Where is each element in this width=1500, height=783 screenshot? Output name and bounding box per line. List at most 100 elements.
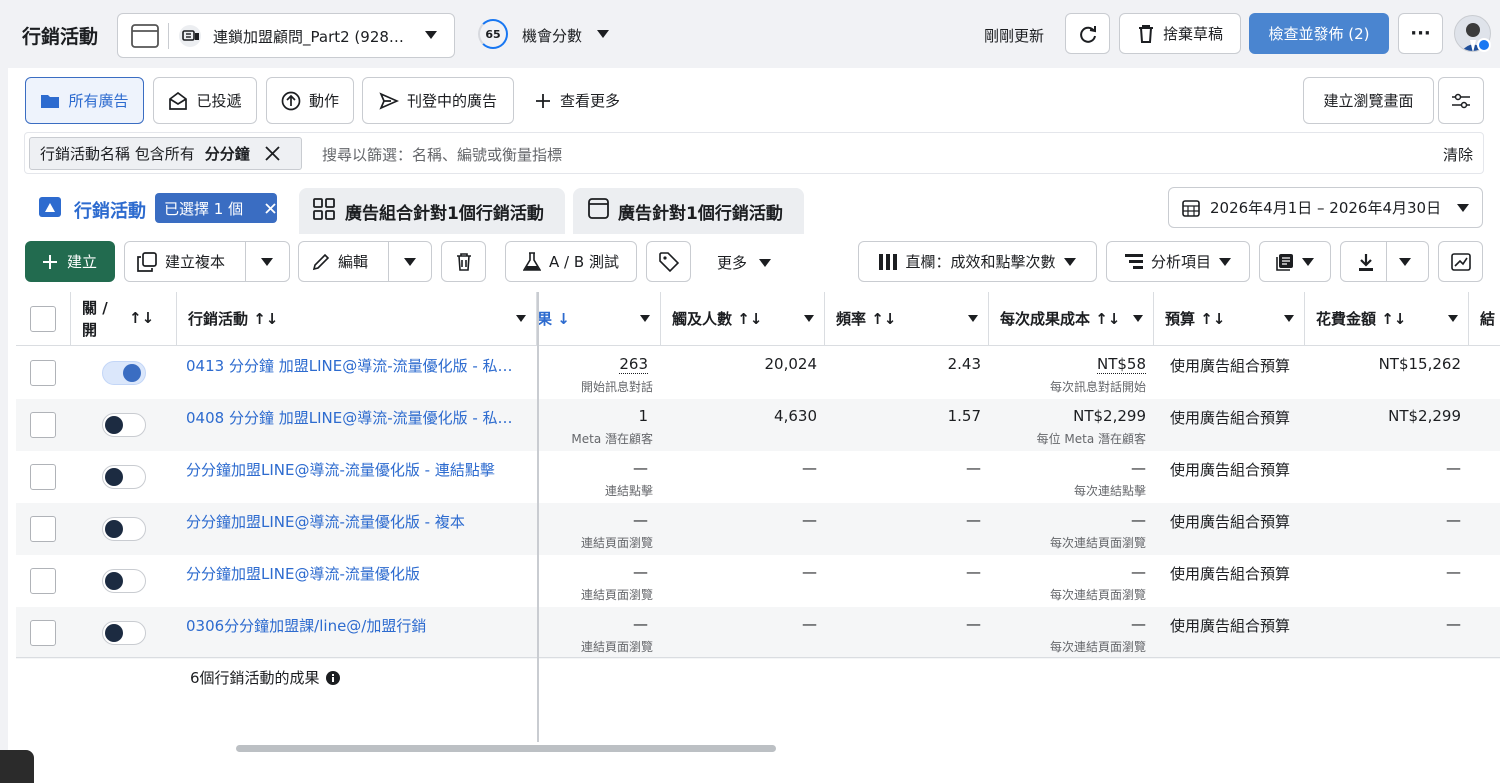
campaign-name-link[interactable]: 分分鐘加盟LINE@導流-流量優化版 - 連結點擊 <box>186 459 495 480</box>
header-results[interactable]: 果 ↓ <box>537 292 661 346</box>
campaign-status-toggle[interactable] <box>102 569 146 593</box>
export-button[interactable] <box>1340 241 1429 282</box>
expand-chart-button[interactable] <box>1438 241 1483 282</box>
row-checkbox[interactable] <box>30 412 56 438</box>
tab-ads-label: 廣告針對1個行銷活動 <box>618 204 783 224</box>
more-options-button[interactable]: ··· <box>1398 13 1443 54</box>
caret-down-icon <box>1399 257 1411 266</box>
campaign-status-toggle[interactable] <box>102 361 146 385</box>
info-icon[interactable] <box>325 670 340 685</box>
table-row[interactable]: 分分鐘加盟LINE@導流-流量優化版 — 連結頁面瀏覽 — — — 每次連結頁面… <box>16 555 1500 607</box>
date-range-picker[interactable]: 2026年4月1日 – 2026年4月30日 <box>1168 187 1483 228</box>
table-row[interactable]: 0413 分分鐘 加盟LINE@導流-流量優化版 - 私… 263 開始訊息對話… <box>16 347 1500 399</box>
row-checkbox[interactable] <box>30 516 56 542</box>
review-publish-button[interactable]: 檢查並發佈 (2) <box>1249 13 1389 54</box>
quickfilter-actions-label: 動作 <box>308 92 339 110</box>
cost-per-result-value: — <box>1131 563 1146 581</box>
header-next-column[interactable]: 結 <box>1469 292 1500 346</box>
header-campaign-name[interactable]: 行銷活動 ↑↓ <box>177 292 537 346</box>
table-row[interactable]: 分分鐘加盟LINE@導流-流量優化版 - 連結點擊 — 連結點擊 — — — 每… <box>16 451 1500 503</box>
campaign-status-toggle[interactable] <box>102 621 146 645</box>
tag-icon <box>658 251 679 272</box>
caret-down-icon[interactable] <box>261 258 273 266</box>
quickfilter-actions[interactable]: 動作 <box>266 77 354 124</box>
filter-chip[interactable]: 行銷活動名稱 包含所有 分分鐘 <box>29 137 302 170</box>
caret-down-icon[interactable] <box>404 258 416 266</box>
ab-test-label: A / B 測試 <box>549 253 619 271</box>
folder-icon <box>40 93 60 109</box>
campaign-flag-icon <box>38 196 62 218</box>
refresh-button[interactable] <box>1065 13 1110 54</box>
divider <box>245 242 246 281</box>
create-view-button[interactable]: 建立瀏覽畫面 <box>1303 77 1434 124</box>
header-next-column-label: 結 <box>1480 310 1496 328</box>
row-checkbox[interactable] <box>30 620 56 646</box>
campaign-status-toggle[interactable] <box>102 465 146 489</box>
budget-value: 使用廣告組合預算 <box>1170 513 1291 531</box>
create-button[interactable]: 建立 <box>25 241 115 282</box>
row-checkbox[interactable] <box>30 464 56 490</box>
ellipsis-icon: ··· <box>1410 23 1431 44</box>
create-label: 建立 <box>66 253 97 271</box>
trash-icon <box>1137 24 1155 43</box>
quickfilter-delivered[interactable]: 已投遞 <box>153 77 257 124</box>
caret-down-icon <box>425 31 437 39</box>
header-reach[interactable]: 觸及人數 ↑↓ <box>661 292 825 346</box>
campaign-status-toggle[interactable] <box>102 413 146 437</box>
caret-down-icon[interactable] <box>597 30 609 38</box>
more-actions-button[interactable]: 更多 <box>717 252 772 273</box>
close-icon[interactable] <box>265 202 276 214</box>
campaign-name-link[interactable]: 分分鐘加盟LINE@導流-流量優化版 - 複本 <box>186 511 465 532</box>
table-row[interactable]: 分分鐘加盟LINE@導流-流量優化版 - 複本 — 連結頁面瀏覽 — — — 每… <box>16 503 1500 555</box>
campaign-status-toggle[interactable] <box>102 517 146 541</box>
tab-campaigns-label: 行銷活動 <box>74 201 146 222</box>
opportunity-score-ring[interactable]: 65 <box>478 19 508 49</box>
campaign-name-link[interactable]: 0408 分分鐘 加盟LINE@導流-流量優化版 - 私… <box>186 407 513 428</box>
breakdown-selector[interactable]: 分析項目 <box>1106 241 1250 282</box>
discard-draft-button[interactable]: 捨棄草稿 <box>1119 13 1241 54</box>
reach-value: — <box>802 511 817 529</box>
quickfilter-all-ads[interactable]: 所有廣告 <box>25 77 144 124</box>
row-checkbox[interactable] <box>30 360 56 386</box>
campaign-name-link[interactable]: 分分鐘加盟LINE@導流-流量優化版 <box>186 563 420 584</box>
clear-filter-button[interactable]: 清除 <box>1443 144 1473 165</box>
row-checkbox[interactable] <box>30 568 56 594</box>
selected-count-badge[interactable]: 已選擇 1 個 <box>155 193 277 223</box>
header-frequency[interactable]: 頻率 ↑↓ <box>825 292 989 346</box>
header-budget[interactable]: 預算 ↑↓ <box>1154 292 1305 346</box>
horizontal-scrollbar[interactable] <box>236 745 776 752</box>
ab-test-button[interactable]: A / B 測試 <box>505 241 637 282</box>
tag-button[interactable] <box>646 241 691 282</box>
reach-value: 4,630 <box>774 407 817 425</box>
filter-settings-button[interactable] <box>1438 77 1484 124</box>
chat-widget-button[interactable] <box>0 750 34 783</box>
caret-down-icon <box>516 315 526 322</box>
edit-label: 編輯 <box>338 253 369 271</box>
caret-down-icon <box>1302 257 1314 266</box>
amount-spent-value: NT$15,262 <box>1378 355 1461 373</box>
budget-value: 使用廣告組合預算 <box>1170 409 1291 427</box>
campaign-name-link[interactable]: 0413 分分鐘 加盟LINE@導流-流量優化版 - 私… <box>186 355 513 376</box>
cost-per-result-value: NT$58 <box>1096 355 1146 374</box>
account-selector[interactable]: 連鎖加盟顧問_Part2 (928… <box>117 13 455 58</box>
see-more-button[interactable]: 查看更多 <box>536 90 620 111</box>
campaign-name-link[interactable]: 0306分分鐘加盟課/line@/加盟行銷 <box>186 615 426 636</box>
opportunity-score-label[interactable]: 機會分數 <box>522 25 582 46</box>
reports-button[interactable] <box>1259 241 1331 282</box>
header-toggle[interactable]: 關 / 開 ↑↓ <box>71 292 177 346</box>
trash-icon <box>455 252 473 271</box>
close-icon[interactable] <box>265 146 280 161</box>
quickfilter-active-ads[interactable]: 刊登中的廣告 <box>362 77 514 124</box>
columns-selector[interactable]: 直欄：成效和點擊次數 <box>858 241 1097 282</box>
header-select-all[interactable] <box>16 292 71 346</box>
delete-button[interactable] <box>441 241 486 282</box>
select-all-checkbox[interactable] <box>30 306 56 332</box>
header-amount-spent[interactable]: 花費金額 ↑↓ <box>1305 292 1469 346</box>
table-row[interactable]: 0306分分鐘加盟課/line@/加盟行銷 — 連結頁面瀏覽 — — — 每次連… <box>16 607 1500 659</box>
table-row[interactable]: 0408 分分鐘 加盟LINE@導流-流量優化版 - 私… 1 Meta 潛在顧… <box>16 399 1500 451</box>
search-input[interactable]: 搜尋以篩選：名稱、編號或衡量指標 <box>322 144 562 165</box>
breakdown-label: 分析項目 <box>1150 253 1211 271</box>
header-cost-per-result[interactable]: 每次成果成本 ↑↓ <box>989 292 1154 346</box>
frozen-column-divider <box>537 292 539 742</box>
row-divider <box>16 657 1500 658</box>
